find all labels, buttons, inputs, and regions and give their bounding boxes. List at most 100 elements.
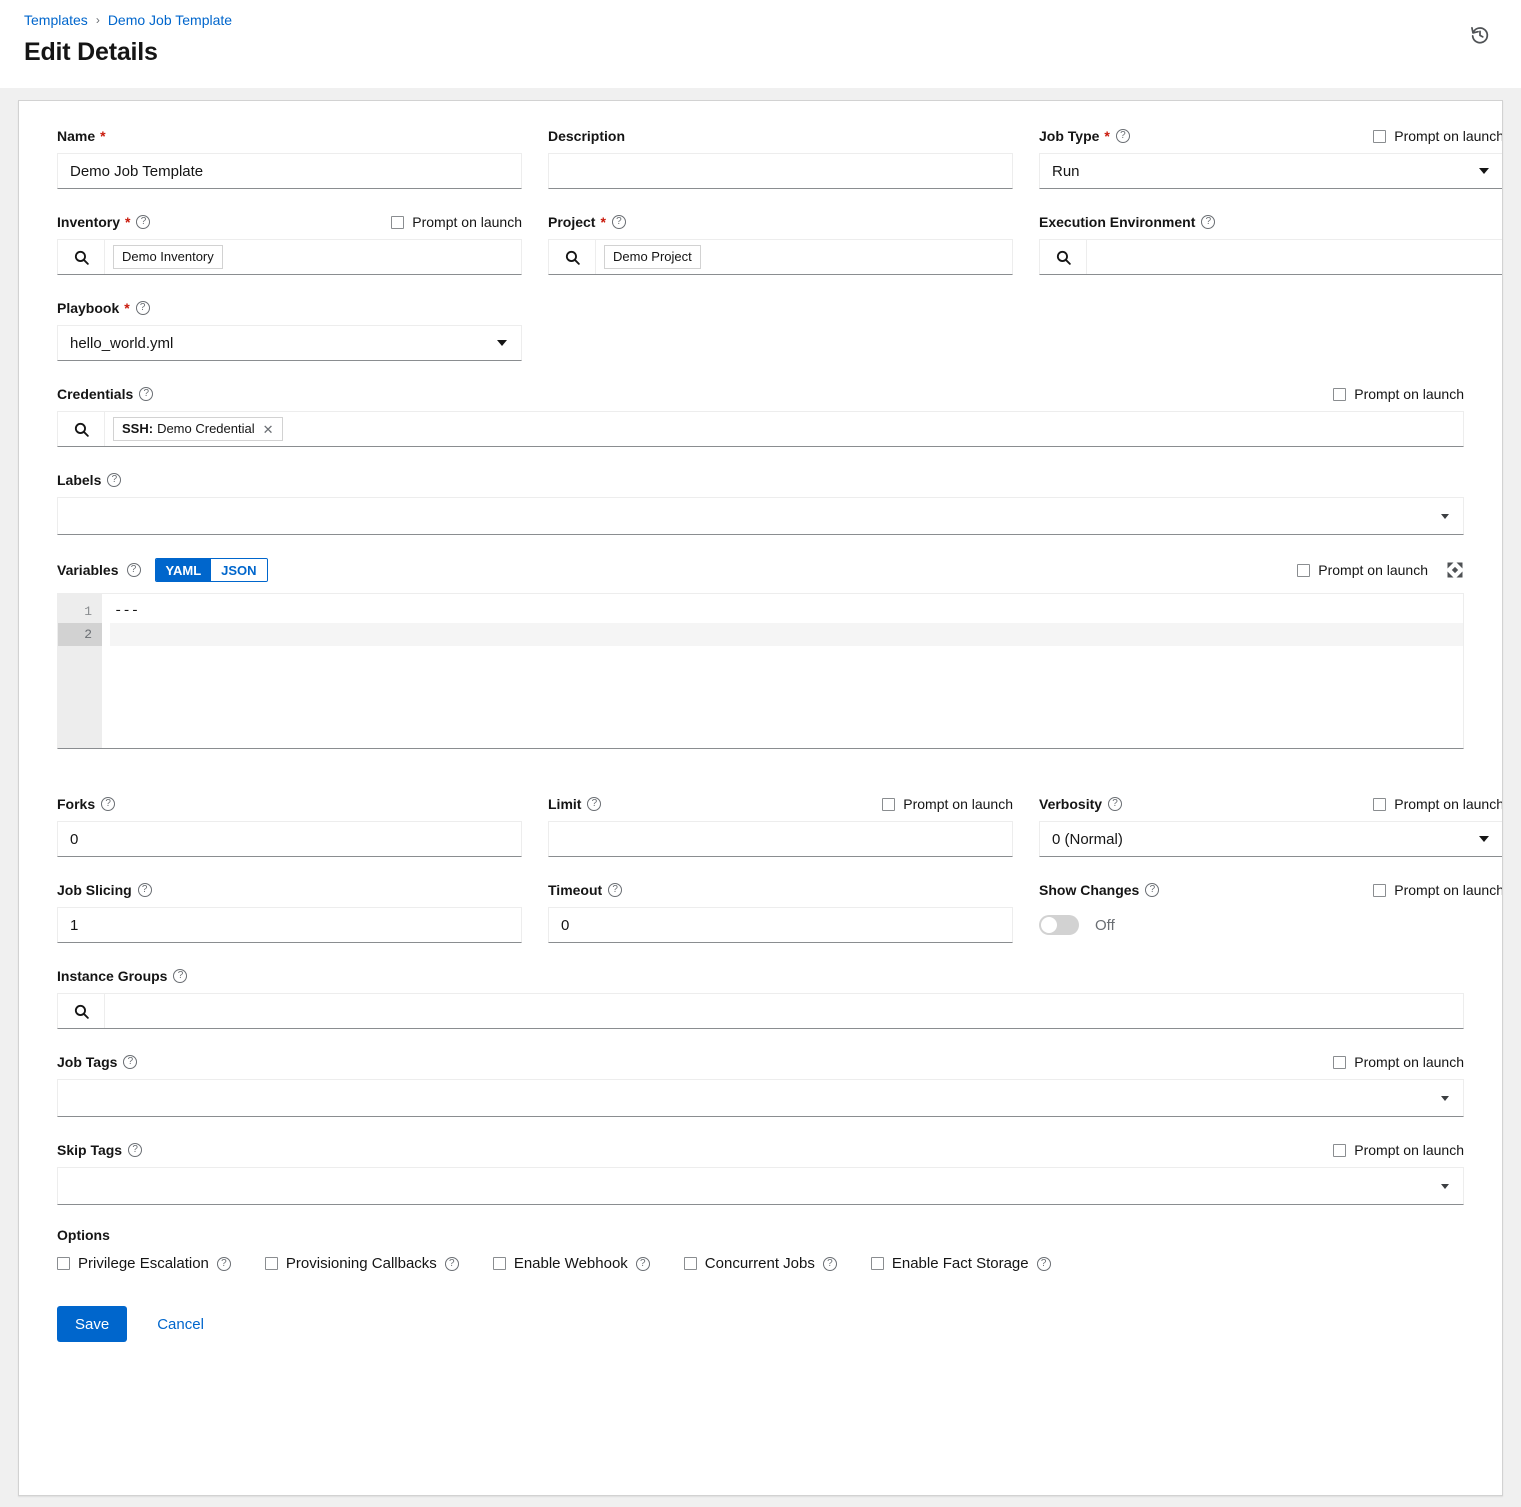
save-button[interactable]: Save xyxy=(57,1306,127,1342)
verbosity-select[interactable]: 0 (Normal) xyxy=(1039,821,1503,857)
code-line: --- xyxy=(110,600,1463,623)
editor-gutter: 1 2 xyxy=(58,594,102,748)
inventory-chip[interactable]: Demo Inventory xyxy=(113,245,223,269)
project-typeahead[interactable]: Demo Project xyxy=(548,239,1013,275)
history-icon[interactable] xyxy=(1465,20,1495,50)
show-changes-prompt-on-launch-checkbox[interactable]: Prompt on launch xyxy=(1373,881,1503,899)
checkbox-box xyxy=(1333,388,1346,401)
option-provisioning-callbacks[interactable]: Provisioning Callbacks ? xyxy=(265,1255,459,1272)
show-changes-toggle[interactable] xyxy=(1039,915,1079,935)
required-marker: * xyxy=(600,213,605,231)
checkbox-label: Prompt on launch xyxy=(412,213,522,231)
limit-input[interactable] xyxy=(548,821,1013,857)
labels-select[interactable] xyxy=(57,497,1464,535)
search-icon[interactable] xyxy=(58,412,105,446)
help-icon[interactable]: ? xyxy=(217,1257,231,1271)
help-icon[interactable]: ? xyxy=(1145,883,1159,897)
forks-input[interactable]: 0 xyxy=(57,821,522,857)
help-icon[interactable]: ? xyxy=(123,1055,137,1069)
field-execution-environment: Execution Environment ? xyxy=(1039,211,1503,275)
breadcrumb-item-demo-job-template[interactable]: Demo Job Template xyxy=(108,10,232,30)
timeout-input[interactable]: 0 xyxy=(548,907,1013,943)
help-icon[interactable]: ? xyxy=(1116,129,1130,143)
help-icon[interactable]: ? xyxy=(127,563,141,577)
name-input[interactable]: Demo Job Template xyxy=(57,153,522,189)
help-icon[interactable]: ? xyxy=(138,883,152,897)
option-concurrent-jobs[interactable]: Concurrent Jobs ? xyxy=(684,1255,837,1272)
edit-details-card: Name * Demo Job Template Description Job xyxy=(18,100,1503,1496)
inventory-prompt-on-launch-checkbox[interactable]: Prompt on launch xyxy=(391,213,522,231)
help-icon[interactable]: ? xyxy=(101,797,115,811)
credentials-prompt-on-launch-checkbox[interactable]: Prompt on launch xyxy=(1333,385,1464,403)
variables-format-yaml[interactable]: YAML xyxy=(156,559,212,581)
help-icon[interactable]: ? xyxy=(636,1257,650,1271)
description-label: Description xyxy=(548,127,625,145)
skip-tags-select[interactable] xyxy=(57,1167,1464,1205)
field-forks: Forks ? 0 xyxy=(57,793,522,857)
expand-icon[interactable] xyxy=(1446,561,1464,579)
option-privilege-escalation[interactable]: Privilege Escalation ? xyxy=(57,1255,231,1272)
help-icon[interactable]: ? xyxy=(587,797,601,811)
help-icon[interactable]: ? xyxy=(136,215,150,229)
help-icon[interactable]: ? xyxy=(445,1257,459,1271)
toggle-knob xyxy=(1041,917,1057,933)
search-icon[interactable] xyxy=(58,240,105,274)
project-label: Project * ? xyxy=(548,213,626,231)
option-enable-webhook[interactable]: Enable Webhook ? xyxy=(493,1255,650,1272)
help-icon[interactable]: ? xyxy=(608,883,622,897)
field-labels: Labels ? xyxy=(57,469,1464,535)
chevron-down-icon xyxy=(497,340,507,346)
help-icon[interactable]: ? xyxy=(823,1257,837,1271)
help-icon[interactable]: ? xyxy=(1201,215,1215,229)
inventory-label: Inventory * ? xyxy=(57,213,150,231)
help-icon[interactable]: ? xyxy=(612,215,626,229)
instance-groups-typeahead[interactable] xyxy=(57,993,1464,1029)
execution-environment-typeahead[interactable] xyxy=(1039,239,1503,275)
limit-prompt-on-launch-checkbox[interactable]: Prompt on launch xyxy=(882,795,1013,813)
job-tags-prompt-on-launch-checkbox[interactable]: Prompt on launch xyxy=(1333,1053,1464,1071)
show-changes-state: Off xyxy=(1095,917,1115,934)
checkbox-label: Prompt on launch xyxy=(903,795,1013,813)
help-icon[interactable]: ? xyxy=(136,301,150,315)
execution-environment-label: Execution Environment ? xyxy=(1039,213,1215,231)
variables-code-editor[interactable]: 1 2 --- xyxy=(57,593,1464,749)
option-enable-fact-storage[interactable]: Enable Fact Storage ? xyxy=(871,1255,1051,1272)
breadcrumb-item-templates[interactable]: Templates xyxy=(24,10,88,30)
search-icon[interactable] xyxy=(549,240,596,274)
help-icon[interactable]: ? xyxy=(139,387,153,401)
help-icon[interactable]: ? xyxy=(173,969,187,983)
cancel-button[interactable]: Cancel xyxy=(149,1316,212,1333)
description-input[interactable] xyxy=(548,153,1013,189)
project-chip-label: Demo Project xyxy=(613,249,692,265)
editor-content[interactable]: --- xyxy=(102,594,1463,748)
variables-format-toggle[interactable]: YAML JSON xyxy=(155,558,268,582)
variables-prompt-on-launch-checkbox[interactable]: Prompt on launch xyxy=(1297,561,1428,579)
chevron-down-icon xyxy=(1479,168,1489,174)
help-icon[interactable]: ? xyxy=(128,1143,142,1157)
search-icon[interactable] xyxy=(58,994,105,1028)
checkbox-box xyxy=(684,1257,697,1270)
option-label: Provisioning Callbacks xyxy=(286,1255,437,1272)
project-chip[interactable]: Demo Project xyxy=(604,245,701,269)
verbosity-prompt-on-launch-checkbox[interactable]: Prompt on launch xyxy=(1373,795,1503,813)
option-label: Enable Fact Storage xyxy=(892,1255,1029,1272)
close-icon[interactable]: ✕ xyxy=(263,423,274,436)
playbook-select[interactable]: hello_world.yml xyxy=(57,325,522,361)
help-icon[interactable]: ? xyxy=(1037,1257,1051,1271)
job-tags-select[interactable] xyxy=(57,1079,1464,1117)
credential-chip[interactable]: SSH: Demo Credential ✕ xyxy=(113,417,283,441)
credentials-typeahead[interactable]: SSH: Demo Credential ✕ xyxy=(57,411,1464,447)
checkbox-label: Prompt on launch xyxy=(1318,561,1428,579)
job-type-prompt-on-launch-checkbox[interactable]: Prompt on launch xyxy=(1373,127,1503,145)
job-type-select[interactable]: Run xyxy=(1039,153,1503,189)
search-icon[interactable] xyxy=(1040,240,1087,274)
variables-format-json[interactable]: JSON xyxy=(211,559,266,581)
checkbox-box xyxy=(1333,1144,1346,1157)
checkbox-box xyxy=(391,216,404,229)
field-credentials: Credentials ? Prompt on launch SSH: Demo… xyxy=(57,383,1464,447)
job-slicing-input[interactable]: 1 xyxy=(57,907,522,943)
skip-tags-prompt-on-launch-checkbox[interactable]: Prompt on launch xyxy=(1333,1141,1464,1159)
inventory-typeahead[interactable]: Demo Inventory xyxy=(57,239,522,275)
help-icon[interactable]: ? xyxy=(1108,797,1122,811)
help-icon[interactable]: ? xyxy=(107,473,121,487)
